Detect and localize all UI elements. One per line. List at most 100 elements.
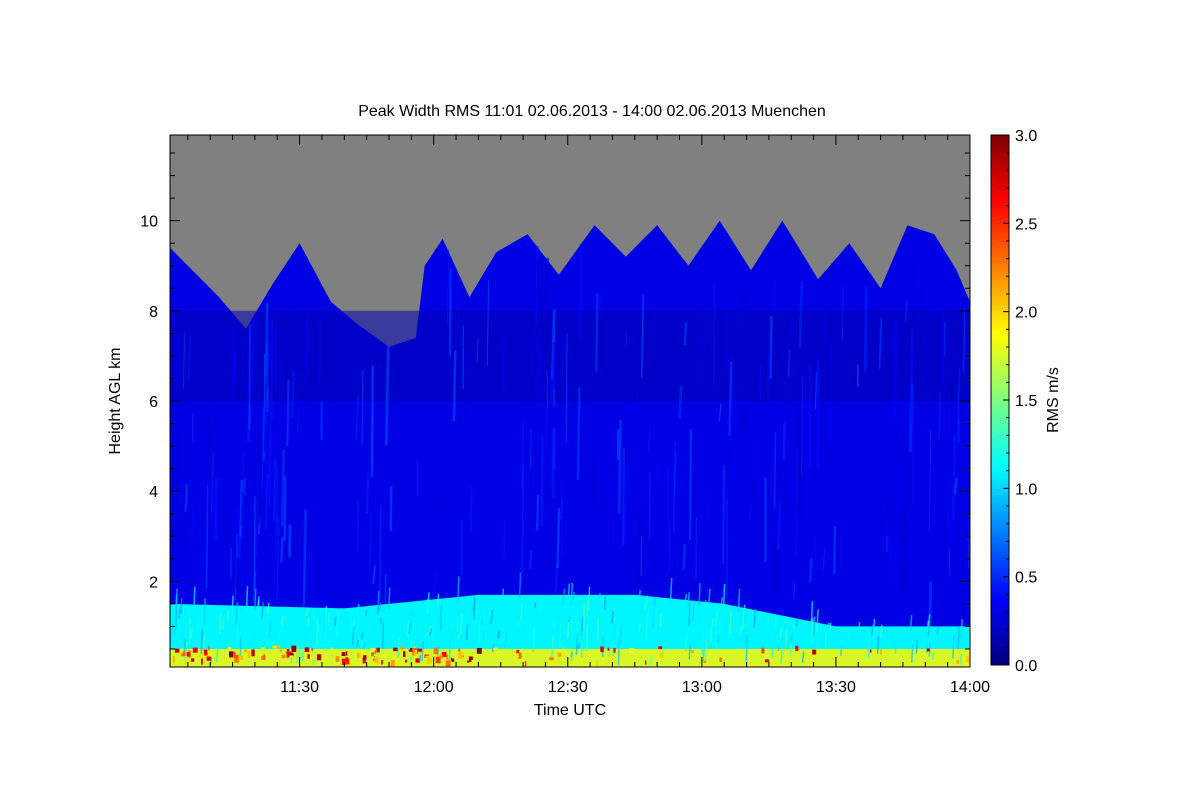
streak-mark [816,609,819,632]
streak-mark [558,624,562,648]
streak-mark [951,435,957,521]
streak-mark [356,603,360,632]
streak-mark [739,627,742,634]
streak-mark [291,369,295,419]
streak-mark [931,652,934,661]
streak-mark [540,435,544,527]
surface-hotspot [261,647,265,652]
x-tick-label: 13:30 [816,679,856,696]
streak-mark [377,591,380,614]
streak-mark [683,322,688,346]
surface-hotspot [471,659,477,663]
surface-hotspot [719,657,723,663]
streak-mark [790,633,793,641]
surface-hotspot [305,647,307,651]
streak-mark [250,318,255,395]
surface-hotspot [233,651,236,656]
surface-hotspot [198,654,204,659]
streak-mark [406,621,410,639]
surface-hotspot [192,647,198,653]
streak-mark [218,614,222,635]
streak-mark [782,423,786,461]
surface-hotspot [956,659,960,664]
streak-mark [704,599,707,608]
surface-hotspot [412,648,415,651]
surface-hotspot [201,658,203,665]
streak-mark [203,598,206,626]
surface-hotspot [703,660,707,664]
streak-mark [261,407,264,487]
streak-mark [350,624,354,633]
streak-mark [317,623,321,650]
surface-hotspot [402,651,406,657]
streak-mark [175,334,180,393]
streak-mark [570,582,574,607]
streak-mark [361,368,364,446]
streak-mark [378,504,383,601]
streak-mark [281,616,284,626]
streak-mark [777,645,781,652]
streak-mark [894,634,898,654]
surface-hotspot [356,653,361,658]
surface-hotspot [412,651,415,656]
streak-mark [952,634,955,659]
streak-mark [582,603,586,630]
surface-hotspot [427,658,432,664]
surface-hotspot [516,649,520,654]
surface-hotspot [413,645,416,649]
y-tick-label: 8 [149,304,158,321]
streak-mark [619,624,623,644]
streak-mark [957,626,960,650]
streak-mark [901,505,906,590]
streak-mark [734,390,737,477]
streak-mark [231,595,234,616]
streak-mark [622,448,625,545]
streak-mark [388,587,391,610]
y-axis-label: Height AGL km [107,347,124,454]
streak-mark [810,601,814,626]
surface-hotspot [399,646,405,650]
streak-mark [235,602,238,625]
streak-mark [709,625,713,644]
streak-mark [254,588,257,611]
streak-mark [780,649,783,664]
streak-mark [334,616,337,627]
streak-mark [190,627,193,639]
surface-hotspot [405,659,407,663]
streak-mark [872,618,876,641]
streak-mark [457,576,460,603]
streak-mark [242,478,247,496]
streak-mark [737,589,741,612]
streak-mark [296,641,299,664]
streak-mark [364,609,368,617]
streak-mark [532,628,535,653]
streak-mark [518,609,521,633]
surface-hotspot [408,652,412,655]
streak-mark [701,631,704,655]
streak-mark [239,636,242,658]
streak-mark [429,626,432,633]
streak-mark [659,613,663,627]
streak-mark [351,626,355,646]
surface-hotspot [410,648,413,652]
streak-mark [702,641,706,663]
colorbar-tick-label: 2.0 [1015,305,1037,322]
streak-mark [556,508,561,569]
surface-hotspot [341,652,346,657]
streak-mark [722,464,725,564]
streak-mark [858,621,861,630]
surface-hotspot [289,655,294,659]
streak-mark [418,654,422,663]
streak-mark [596,618,600,641]
surface-hotspot [344,658,350,665]
streak-mark [564,539,568,582]
surface-hotspot [467,660,470,663]
surface-hotspot [363,655,367,660]
x-tick-label: 11:30 [280,679,319,696]
streak-mark [911,644,914,663]
heatmap-field [170,220,970,667]
streak-mark [713,282,716,387]
streak-mark [876,636,880,654]
streak-mark [651,608,655,629]
streak-mark [464,359,469,416]
